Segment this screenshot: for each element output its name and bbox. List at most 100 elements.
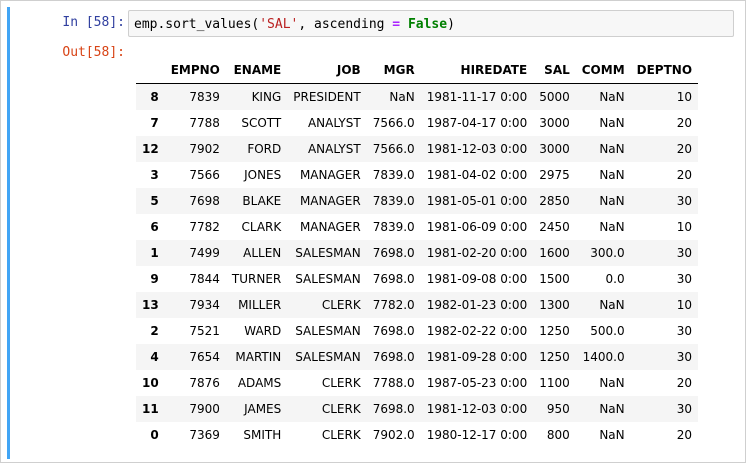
cell-comm: NaN <box>599 90 625 104</box>
table-row: 9 7844 TURNER SALESMAN 7698.0 1981-09-08 0:00… <box>136 266 698 292</box>
cell-comm: NaN <box>599 298 625 312</box>
cell-hiredate: 1981-02-20 0:00 <box>426 246 528 260</box>
cell-hiredate: 1982-01-23 0:00 <box>426 298 528 312</box>
cell-ename: ADAMS <box>237 376 282 390</box>
dataframe-output: EMPNO ENAME JOB MGR HIREDATE SAL COMM DEPTNO 8 7… <box>136 57 699 448</box>
cell-comm: NaN <box>599 402 625 416</box>
cell-sal: 1250 <box>539 350 570 364</box>
cell-job: CLERK <box>321 298 361 312</box>
cell-hiredate: 1987-05-23 0:00 <box>426 376 528 390</box>
cell-sal: 2975 <box>539 168 570 182</box>
cell-ename: FORD <box>247 142 282 156</box>
cell-deptno: 10 <box>676 298 693 312</box>
output-prompt: Out[58]: <box>62 45 125 60</box>
cell-empno: 7369 <box>189 428 220 442</box>
cell-mgr: 7788.0 <box>372 376 415 390</box>
column-header-index <box>136 57 165 84</box>
cell-comm: 1400.0 <box>582 350 625 364</box>
column-header-ename: ENAME <box>225 57 288 84</box>
row-index: 11 <box>142 402 159 416</box>
cell-deptno: 10 <box>676 220 693 234</box>
cell-hiredate: 1981-09-28 0:00 <box>426 350 528 364</box>
cell-ename: MARTIN <box>235 350 282 364</box>
cell-sal: 1500 <box>539 272 570 286</box>
table-row: 1 7499 ALLEN SALESMAN 7698.0 1981-02-20 0:00 1… <box>136 240 699 266</box>
cell-ename: SCOTT <box>241 116 282 130</box>
cell-mgr: 7839.0 <box>372 194 415 208</box>
cell-empno: 7499 <box>189 246 220 260</box>
cell-job: CLERK <box>321 428 361 442</box>
cell-empno: 7654 <box>189 350 220 364</box>
column-header-empno: EMPNO <box>164 57 226 84</box>
row-index: 5 <box>150 194 159 208</box>
cell-empno: 7782 <box>189 220 220 234</box>
code-input[interactable]: emp.sort_values('SAL', ascending = False… <box>128 10 734 37</box>
cell-deptno: 30 <box>676 350 693 364</box>
cell-empno: 7900 <box>189 402 220 416</box>
table-row: 7 7788 SCOTT ANALYST 7566.0 1987-04-17 0:00 30… <box>136 110 698 136</box>
cell-job: ANALYST <box>307 116 361 130</box>
table-row: 11 7900 JAMES CLERK 7698.0 1981-12-03 0:00 950… <box>136 396 699 422</box>
input-prompt: In [58]: <box>62 15 125 30</box>
row-index: 2 <box>150 324 159 338</box>
notebook-cell[interactable]: In [58]: emp.sort_values('SAL', ascendin… <box>0 0 746 463</box>
selected-cell-indicator <box>7 7 10 459</box>
cell-comm: 500.0 <box>590 324 625 338</box>
column-header-comm: COMM <box>575 57 631 84</box>
cell-deptno: 30 <box>676 324 693 338</box>
cell-empno: 7566 <box>189 168 220 182</box>
cell-hiredate: 1987-04-17 0:00 <box>426 116 528 130</box>
cell-sal: 1100 <box>539 376 570 390</box>
cell-comm: NaN <box>599 376 625 390</box>
cell-deptno: 20 <box>676 142 693 156</box>
cell-ename: BLAKE <box>242 194 282 208</box>
cell-mgr: NaN <box>389 90 415 104</box>
cell-hiredate: 1981-12-03 0:00 <box>426 402 528 416</box>
table-row: 13 7934 MILLER CLERK 7782.0 1982-01-23 0:00 13… <box>136 292 699 318</box>
cell-job: MANAGER <box>299 194 361 208</box>
code-call: emp.sort_values( <box>134 17 260 32</box>
cell-ename: CLARK <box>241 220 282 234</box>
cell-deptno: 30 <box>676 246 693 260</box>
cell-hiredate: 1981-05-01 0:00 <box>426 194 528 208</box>
cell-sal: 2450 <box>539 220 570 234</box>
cell-mgr: 7698.0 <box>372 402 415 416</box>
cell-job: SALESMAN <box>295 272 361 286</box>
cell-sal: 1600 <box>539 246 570 260</box>
column-header-job: JOB <box>287 57 367 84</box>
cell-mgr: 7698.0 <box>372 246 415 260</box>
cell-comm: NaN <box>599 142 625 156</box>
cell-empno: 7521 <box>189 324 220 338</box>
row-index: 8 <box>150 90 159 104</box>
row-index: 1 <box>150 246 159 260</box>
cell-sal: 3000 <box>539 142 570 156</box>
column-header-hiredate: HIREDATE <box>420 57 534 84</box>
cell-empno: 7934 <box>189 298 220 312</box>
table-row: 2 7521 WARD SALESMAN 7698.0 1982-02-22 0:00 12… <box>136 318 698 344</box>
cell-hiredate: 1982-02-22 0:00 <box>426 324 528 338</box>
cell-empno: 7902 <box>189 142 220 156</box>
cell-deptno: 20 <box>676 116 693 130</box>
cell-mgr: 7782.0 <box>372 298 415 312</box>
row-index: 13 <box>142 298 159 312</box>
cell-deptno: 20 <box>676 428 693 442</box>
cell-deptno: 30 <box>676 272 693 286</box>
table-header-row: EMPNO ENAME JOB MGR HIREDATE SAL COMM DEPTNO <box>136 57 699 84</box>
cell-ename: ALLEN <box>243 246 282 260</box>
cell-empno: 7698 <box>189 194 220 208</box>
table-row: 3 7566 JONES MANAGER 7839.0 1981-04-02 0:00 29… <box>136 162 698 188</box>
cell-comm: NaN <box>599 194 625 208</box>
cell-job: ANALYST <box>307 142 361 156</box>
cell-deptno: 10 <box>676 90 693 104</box>
cell-ename: JAMES <box>244 402 282 416</box>
row-index: 4 <box>150 350 159 364</box>
cell-ename: SMITH <box>243 428 282 442</box>
cell-ename: KING <box>251 90 282 104</box>
row-index: 0 <box>150 428 159 442</box>
row-index: 9 <box>150 272 159 286</box>
code-close: ) <box>447 17 455 32</box>
cell-sal: 1250 <box>539 324 570 338</box>
cell-empno: 7788 <box>189 116 220 130</box>
cell-hiredate: 1981-04-02 0:00 <box>426 168 528 182</box>
